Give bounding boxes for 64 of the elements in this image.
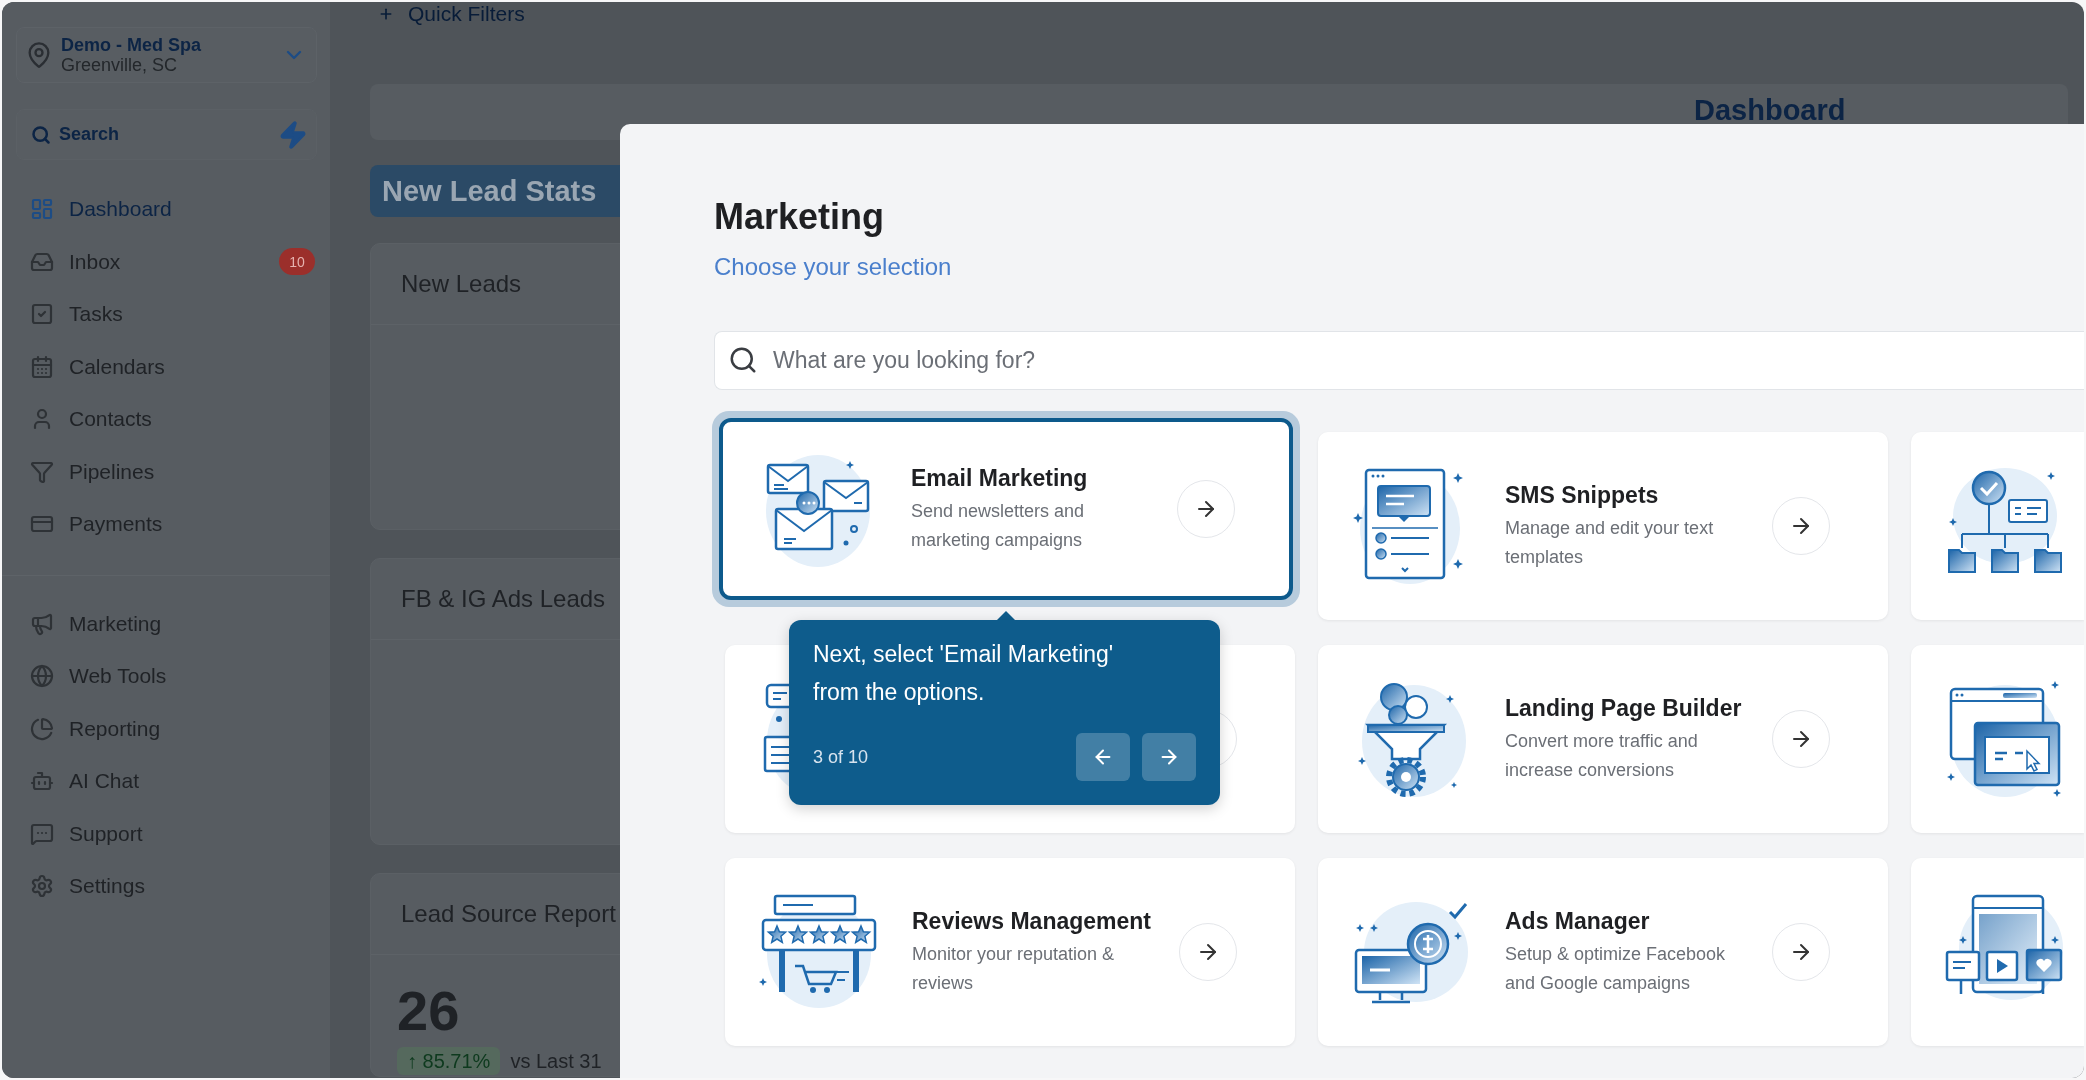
count-badge: 10	[279, 248, 315, 276]
dialog-subtitle: Choose your selection	[714, 253, 952, 281]
option-title: Email Marketing	[911, 464, 1088, 493]
option-card[interactable]: Landing Page Builder Convert more traffic and increase conversions	[1318, 645, 1888, 833]
nav-item[interactable]: Support	[16, 807, 317, 860]
nav-item[interactable]: Inbox 10	[16, 235, 317, 288]
funnel-icon	[30, 459, 54, 484]
pie-chart-icon	[30, 716, 54, 741]
previous-button[interactable]	[1076, 733, 1130, 781]
search-icon	[31, 124, 51, 145]
tooltip-text: Next, select 'Email Marketing' from the options.	[813, 640, 1115, 707]
search-icon	[728, 345, 758, 375]
nav-item[interactable]: Settings	[16, 860, 317, 913]
search-field[interactable]: What are you looking for?	[714, 331, 2084, 390]
change-badge: ↑ 85.71%	[397, 1047, 501, 1075]
calendar-icon	[30, 354, 54, 379]
settings-icon	[30, 874, 54, 899]
option-card[interactable]: Email Marketing Send newsletters and marketing campaigns	[712, 411, 1300, 607]
location-city: Greenville, SC	[61, 55, 178, 75]
location-name: Demo - Med Spa	[61, 35, 202, 55]
option-card[interactable]	[1911, 432, 2084, 620]
page-title: Dashboard	[1694, 96, 1846, 124]
plus-icon	[378, 6, 394, 22]
option-card[interactable]	[1911, 858, 2084, 1046]
nav-item[interactable]: Payments	[16, 498, 317, 551]
nav-item[interactable]: Contacts	[16, 393, 317, 446]
option-title: SMS Snippets	[1505, 481, 1659, 510]
location-selector[interactable]: Demo - Med Spa Greenville, SC	[16, 27, 317, 83]
step-counter: 3 of 10	[813, 746, 869, 768]
nav-item[interactable]: Tasks	[16, 288, 317, 341]
lead-count: 26	[397, 983, 460, 1039]
nav-item[interactable]: Calendars	[16, 340, 317, 393]
option-card[interactable]: Ads Manager Setup & optimize Facebook and Google campaigns	[1318, 858, 1888, 1046]
next-button[interactable]	[1142, 733, 1196, 781]
chat-bubble-icon	[30, 821, 54, 846]
dialog-title: Marketing	[714, 197, 885, 237]
nav-item[interactable]: Marketing	[16, 597, 317, 650]
nav-item[interactable]: Web Tools	[16, 650, 317, 703]
quick-filters-button[interactable]: Quick Filters	[378, 2, 525, 26]
option-card[interactable]: Reviews Management Monitor your reputation & reviews	[725, 858, 1295, 1046]
option-description: Convert more traffic and increase conversions	[1505, 730, 1699, 782]
grid-icon	[30, 197, 54, 222]
search-bar[interactable]: Search	[16, 109, 317, 160]
nav-item[interactable]: Dashboard	[16, 183, 317, 236]
card-title: FB & IG Ads Leads	[401, 585, 606, 613]
option-title: Ads Manager	[1505, 907, 1650, 936]
card-title: New Leads	[401, 270, 522, 298]
option-card[interactable]: SMS Snippets Manage and edit your text templates	[1318, 432, 1888, 620]
option-card[interactable]	[1911, 645, 2084, 833]
card-title: Lead Source Report	[401, 900, 616, 928]
option-title: Reviews Management	[912, 907, 1152, 936]
check-square-icon	[30, 302, 54, 327]
comparison-text: vs Last 31	[510, 1049, 602, 1073]
search-label: Search	[59, 124, 120, 145]
option-description: Setup & optimize Facebook and Google campaigns	[1505, 943, 1727, 995]
option-description: Send newsletters and marketing campaigns	[911, 500, 1086, 552]
globe-icon	[30, 664, 54, 689]
option-title: Landing Page Builder	[1505, 694, 1742, 723]
nav-item[interactable]: AI Chat	[16, 755, 317, 808]
option-description: Monitor your reputation & reviews	[912, 943, 1116, 995]
nav-item[interactable]: Reporting	[16, 702, 317, 755]
option-description: Manage and edit your text templates	[1505, 517, 1715, 569]
nav-item[interactable]: Pipelines	[16, 445, 317, 498]
megaphone-icon	[30, 611, 54, 636]
